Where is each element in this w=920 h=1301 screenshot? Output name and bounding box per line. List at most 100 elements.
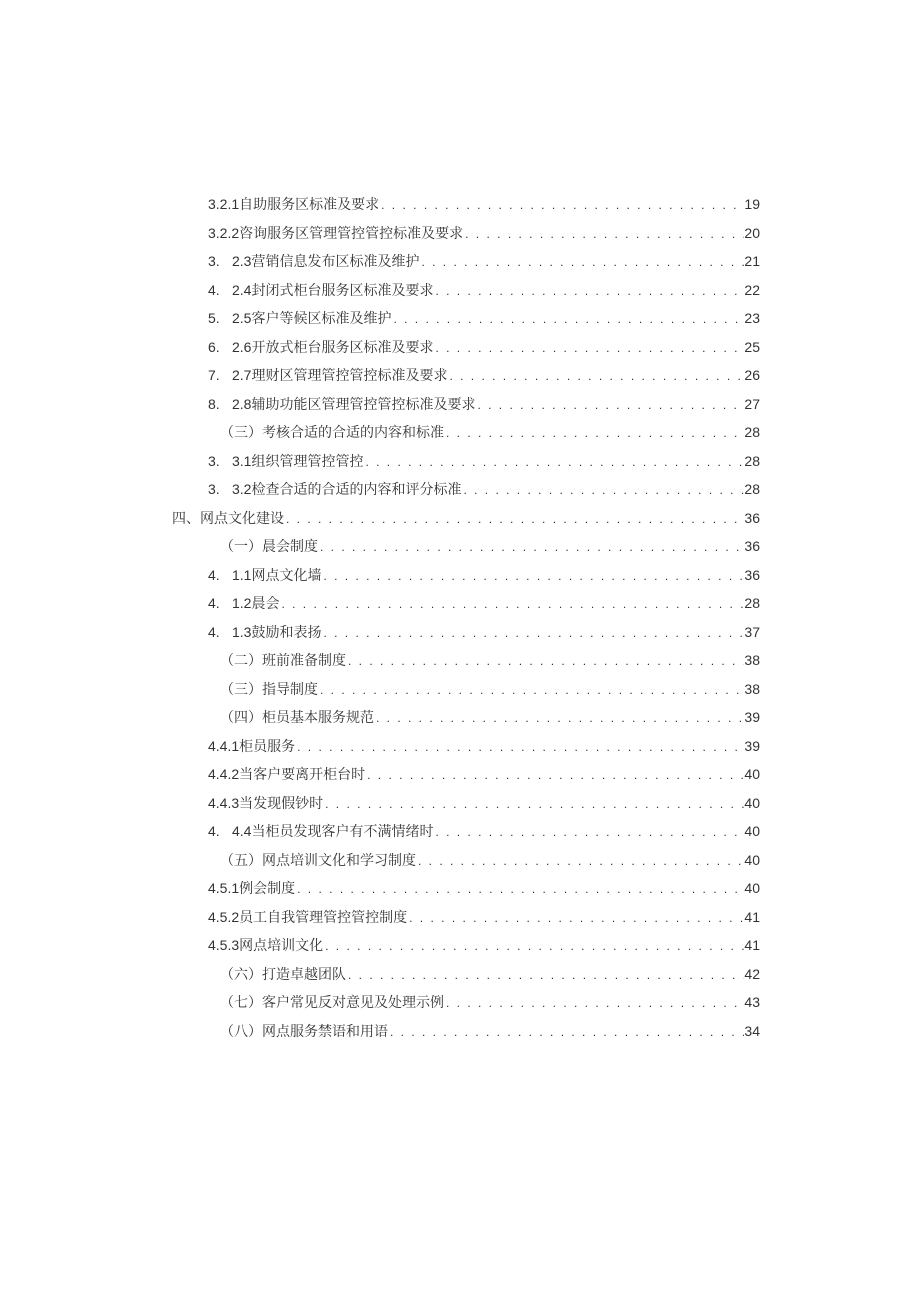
toc-list-number: 3. xyxy=(208,454,232,468)
toc-section-number: 2.7 xyxy=(232,368,251,382)
toc-entry-label: 考核合适的合适的内容和标准 xyxy=(262,425,444,439)
toc-page-number: 23 xyxy=(744,311,760,325)
toc-section-number: 2.4 xyxy=(232,283,251,297)
toc-leader-dots xyxy=(374,712,744,724)
toc-page-number: 28 xyxy=(744,596,760,610)
toc-section-number: 4.5.2 xyxy=(208,910,239,924)
toc-leader-dots xyxy=(433,285,744,297)
toc-entry-label: 指导制度 xyxy=(262,682,318,696)
toc-leader-dots xyxy=(416,855,744,867)
toc-entry: 3.3.1 组织管理管控管控 28 xyxy=(172,454,760,468)
toc-page-number: 40 xyxy=(744,796,760,810)
toc-entry-prefix: （三） xyxy=(220,682,262,696)
toc-entry: 4.4.1 柜员服务 39 xyxy=(172,739,760,753)
toc-section-number: （六） xyxy=(220,964,262,984)
toc-entry: 8.2.8 辅助功能区管理管控管控标准及要求 27 xyxy=(172,397,760,411)
toc-section-number: （二） xyxy=(220,650,262,670)
toc-section-number: 3.1 xyxy=(232,454,251,468)
toc-page-number: 36 xyxy=(744,568,760,582)
toc-page-number: 34 xyxy=(744,1024,760,1038)
toc-entry-label: 组织管理管控管控 xyxy=(251,454,363,468)
toc-entry-prefix: 4.4.1 xyxy=(208,739,239,753)
toc-leader-dots xyxy=(444,427,744,439)
toc-entry-label: 客户常见反对意见及处理示例 xyxy=(262,995,444,1009)
toc-entry-prefix: 4.4.2 xyxy=(208,767,239,781)
toc-entry-label: 打造卓越团队 xyxy=(262,967,346,981)
toc-leader-dots xyxy=(321,627,744,639)
toc-leader-dots xyxy=(444,997,744,1009)
toc-list-number: 4. xyxy=(208,625,232,639)
toc-leader-dots xyxy=(388,1026,744,1038)
toc-entry-prefix: 4.4.3 xyxy=(208,796,239,810)
toc-entry: 3.3.2 检查合适的合适的内容和评分标准 28 xyxy=(172,482,760,496)
toc-leader-dots xyxy=(461,484,744,496)
toc-leader-dots xyxy=(363,456,744,468)
toc-page-number: 28 xyxy=(744,482,760,496)
toc-section-number: 4.4.2 xyxy=(208,767,239,781)
toc-entry: （七）客户常见反对意见及处理示例 43 xyxy=(172,995,760,1009)
toc-page-number: 43 xyxy=(744,995,760,1009)
toc-entry-prefix: 7.2.7 xyxy=(208,368,251,382)
toc-entry-prefix: （七） xyxy=(220,995,262,1009)
toc-page-number: 40 xyxy=(744,853,760,867)
toc-section-number: 2.6 xyxy=(232,340,251,354)
toc-entry: （一）晨会制度 36 xyxy=(172,539,760,553)
toc-section-number: 1.1 xyxy=(232,568,251,582)
toc-leader-dots xyxy=(463,228,744,240)
toc-entry-prefix: 3.2.1 xyxy=(208,197,239,211)
toc-entry-label: 辅助功能区管理管控管控标准及要求 xyxy=(251,397,475,411)
toc-entry-label: 检查合适的合适的内容和评分标准 xyxy=(251,482,461,496)
toc-chapter-number: 四、 xyxy=(172,508,200,528)
toc-entry-label: 封闭式柜台服务区标准及要求 xyxy=(251,283,433,297)
toc-page-number: 38 xyxy=(744,682,760,696)
toc-entry: 4.1.2 晨会 28 xyxy=(172,596,760,610)
toc-leader-dots xyxy=(279,598,744,610)
toc-entry-label: 柜员服务 xyxy=(239,739,295,753)
toc-entry-prefix: 4.5.3 xyxy=(208,938,239,952)
toc-section-number: （七） xyxy=(220,992,262,1012)
toc-section-number: 4.5.1 xyxy=(208,881,239,895)
toc-entry: 7.2.7 理财区管理管控管控标准及要求 26 xyxy=(172,368,760,382)
toc-page-number: 38 xyxy=(744,653,760,667)
toc-entry-label: 网点服务禁语和用语 xyxy=(262,1024,388,1038)
toc-entry-label: 当柜员发现客户有不满情绪时 xyxy=(251,824,433,838)
toc-section-number: （一） xyxy=(220,536,262,556)
toc-leader-dots xyxy=(323,940,744,952)
toc-section-number: 4.4.1 xyxy=(208,739,239,753)
toc-entry: 6.2.6 开放式柜台服务区标准及要求 25 xyxy=(172,340,760,354)
toc-page-number: 39 xyxy=(744,739,760,753)
toc-section-number: （三） xyxy=(220,679,262,699)
toc-entry: （三）指导制度 38 xyxy=(172,682,760,696)
toc-leader-dots xyxy=(379,199,744,211)
toc-entry-label: 网点文化墙 xyxy=(251,568,321,582)
toc-section-number: 2.5 xyxy=(232,311,251,325)
toc-section-number: （四） xyxy=(220,707,262,727)
toc-list-number: 6. xyxy=(208,340,232,354)
toc-entry-label: 开放式柜台服务区标准及要求 xyxy=(251,340,433,354)
toc-leader-dots xyxy=(323,798,744,810)
toc-entry-label: 网点文化建设 xyxy=(200,511,284,525)
toc-entry-prefix: 3.2.3 xyxy=(208,254,251,268)
toc-entry-prefix: 3.3.1 xyxy=(208,454,251,468)
toc-entry-label: 员工自我管理管控管控制度 xyxy=(239,910,407,924)
toc-list-number: 4. xyxy=(208,283,232,297)
toc-entry: 3.2.1 自助服务区标准及要求 19 xyxy=(172,197,760,211)
toc-entry: 4.2.4 封闭式柜台服务区标准及要求 22 xyxy=(172,283,760,297)
toc-leader-dots xyxy=(475,399,744,411)
toc-list-number: 4. xyxy=(208,568,232,582)
toc-section-number: 3.2.2 xyxy=(208,226,239,240)
toc-page-number: 37 xyxy=(744,625,760,639)
toc-entry-label: 鼓励和表扬 xyxy=(251,625,321,639)
toc-section-number: （五） xyxy=(220,850,262,870)
toc-entry-label: 咨询服务区管理管控管控标准及要求 xyxy=(239,226,463,240)
toc-list-number: 4. xyxy=(208,824,232,838)
toc-entry-label: 自助服务区标准及要求 xyxy=(239,197,379,211)
toc-page-number: 36 xyxy=(744,511,760,525)
toc-section-number: 4.5.3 xyxy=(208,938,239,952)
toc-leader-dots xyxy=(447,370,744,382)
toc-entry-prefix: 4.1.1 xyxy=(208,568,251,582)
toc-entry: 3.2.3 营销信息发布区标准及维护 21 xyxy=(172,254,760,268)
toc-section-number: 3.2 xyxy=(232,482,251,496)
toc-section-number: 4.4.3 xyxy=(208,796,239,810)
toc-entry-prefix: 4.4.4 xyxy=(208,824,251,838)
